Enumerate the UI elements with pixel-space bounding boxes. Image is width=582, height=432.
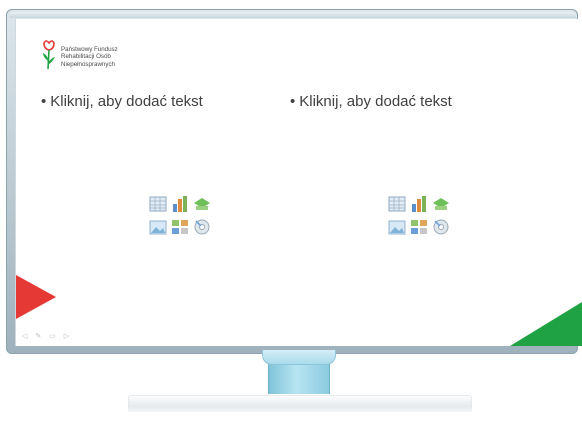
- tulip-logo-icon: [43, 40, 55, 70]
- monitor-top-strip: [10, 12, 576, 18]
- media-icon[interactable]: [193, 218, 211, 236]
- table-icon[interactable]: [149, 195, 167, 213]
- left-content-placeholder[interactable]: • Kliknij, aby dodać tekst: [41, 93, 203, 110]
- monitor-stand-foot: [128, 395, 472, 407]
- logo-line-2: Rehabilitacji Osób: [61, 53, 111, 61]
- right-insert-icons: [388, 195, 454, 237]
- monitor-stand-joint: [262, 350, 336, 365]
- green-triangle-decoration: [510, 302, 582, 346]
- logo-text: Państwowy Fundusz Rehabilitacji Osób Nie…: [61, 46, 118, 68]
- left-insert-icons: [149, 195, 215, 237]
- bullet-marker: •: [290, 93, 296, 110]
- table-icon[interactable]: [388, 195, 406, 213]
- picture-icon[interactable]: [388, 218, 406, 236]
- pfron-logo: Państwowy Fundusz Rehabilitacji Osób Nie…: [42, 39, 118, 71]
- red-triangle-decoration: [16, 275, 56, 319]
- logo-line-3: Niepełnosprawnych: [61, 60, 115, 68]
- chart-icon[interactable]: [410, 195, 428, 213]
- left-placeholder-text: Kliknij, aby dodać tekst: [50, 93, 203, 110]
- picture-icon[interactable]: [149, 218, 167, 236]
- slide-screen: Państwowy Fundusz Rehabilitacji Osób Nie…: [15, 19, 582, 346]
- monitor-stand-base: [128, 407, 472, 412]
- clipart-icon[interactable]: [171, 218, 189, 236]
- smartart-icon[interactable]: [432, 195, 450, 213]
- media-icon[interactable]: [432, 218, 450, 236]
- chart-icon[interactable]: [171, 195, 189, 213]
- smartart-icon[interactable]: [193, 195, 211, 213]
- slideshow-controls[interactable]: ◁ ✎ ▭ ▷: [22, 332, 72, 340]
- clipart-icon[interactable]: [410, 218, 428, 236]
- right-placeholder-text: Kliknij, aby dodać tekst: [299, 93, 452, 110]
- logo-line-1: Państwowy Fundusz: [61, 46, 118, 53]
- bullet-marker: •: [41, 93, 47, 110]
- right-content-placeholder[interactable]: • Kliknij, aby dodać tekst: [290, 93, 452, 110]
